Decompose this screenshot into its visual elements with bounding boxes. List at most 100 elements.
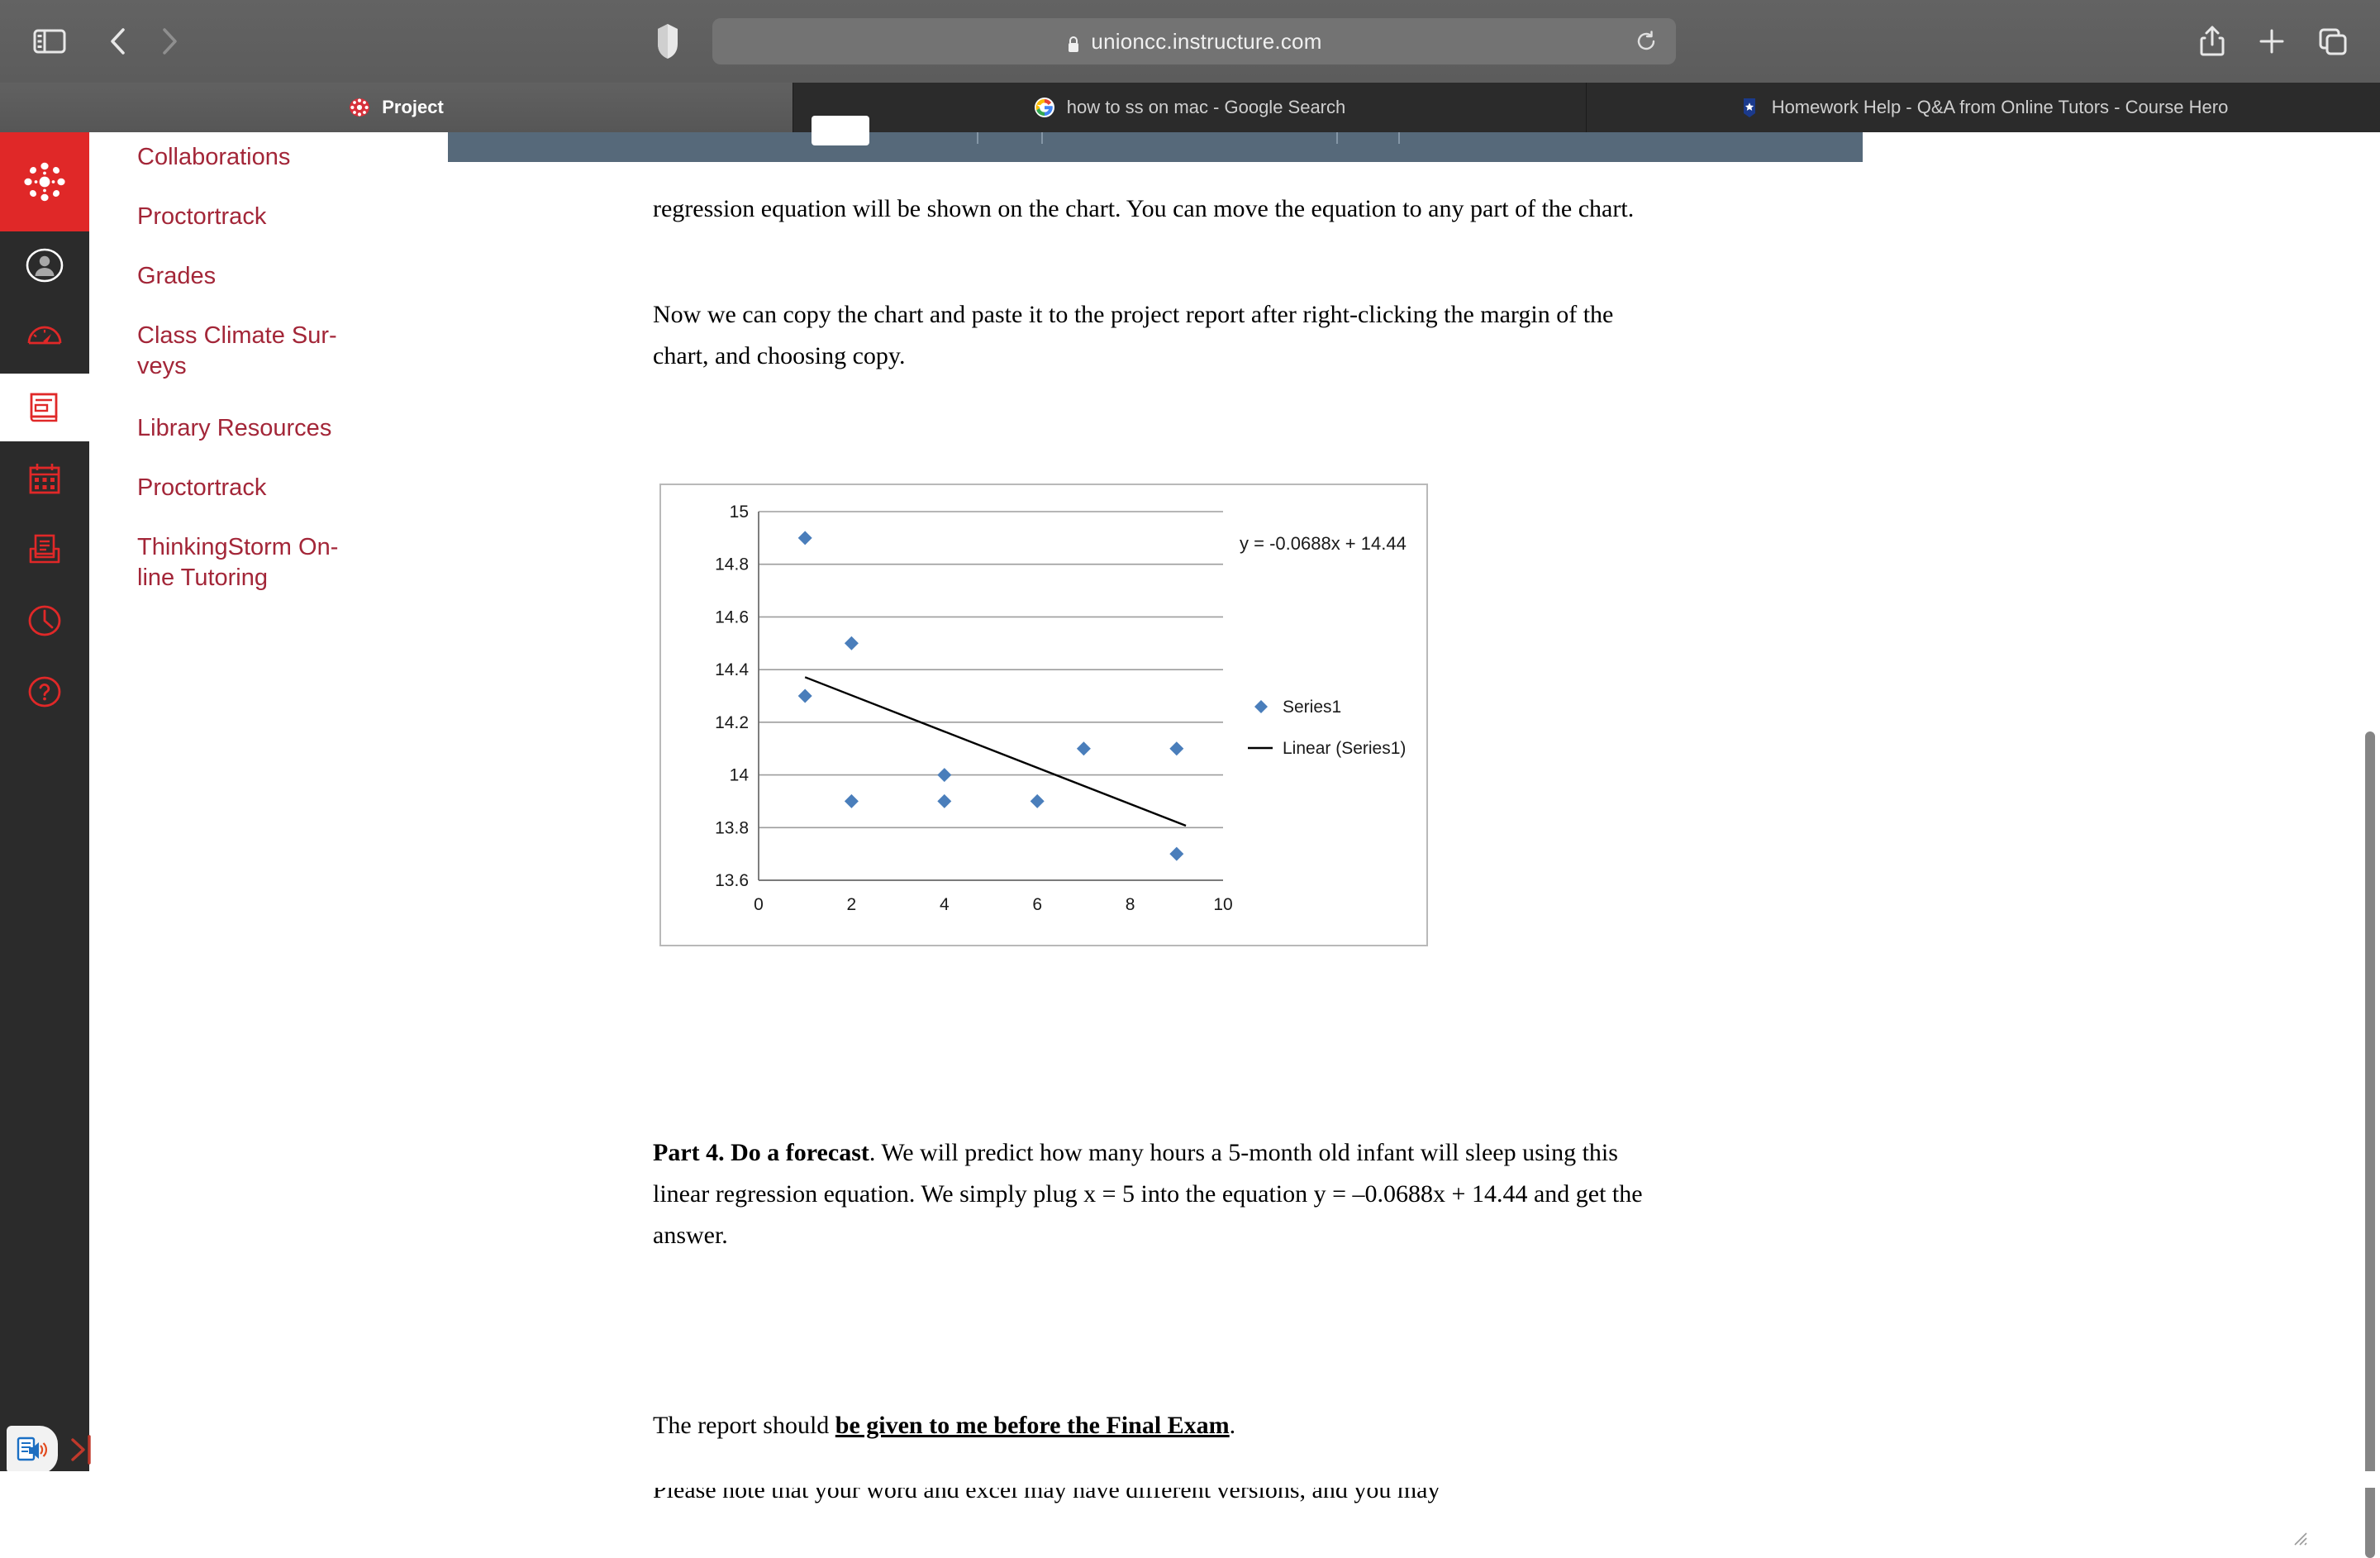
y-tick-label: 14.6 [715, 607, 749, 627]
sidebar-item-grades[interactable]: Grades [137, 261, 410, 292]
back-button[interactable] [101, 21, 137, 61]
y-tick-label: 14.4 [715, 660, 749, 679]
course-navigation: Collaborations Proctortrack Grades Class… [89, 132, 448, 1488]
browser-chrome: unioncc.instructure.com [0, 0, 2380, 83]
url-hostname: unioncc.instructure.com [1091, 28, 1322, 54]
scatter-chart: 13.6 13.8 14 14.2 14.4 14.6 14.8 15 0 2 4 6 8 10 y =… [659, 484, 1428, 946]
window-bottom-edge [0, 1471, 2380, 1488]
data-point-marker [937, 793, 952, 808]
data-point-marker [797, 688, 812, 703]
calendar-icon [29, 464, 60, 494]
course-hero-favicon [1739, 97, 1760, 118]
paragraph-part4: Part 4. Do a forecast. We will predict h… [653, 1132, 1653, 1256]
paragraph-1: regression equation will be shown on the… [653, 195, 1635, 222]
tab-course-hero[interactable]: Homework Help - Q&A from Online Tutors -… [1587, 83, 2380, 132]
question-help-icon [28, 676, 61, 708]
data-point-marker [797, 531, 812, 546]
expand-right-icon[interactable] [64, 1428, 102, 1471]
new-tab-plus-icon[interactable] [2254, 21, 2290, 61]
sidebar-item-courses[interactable] [0, 374, 89, 441]
forward-button[interactable] [150, 21, 187, 61]
report-due-suffix: . [1229, 1412, 1236, 1439]
report-due-prefix: The report should [653, 1412, 835, 1439]
google-favicon [1034, 97, 1055, 118]
legend-label: Linear (Series1) [1283, 739, 1406, 758]
toolbar-divider [1336, 132, 1338, 144]
y-tick-label: 14.8 [715, 555, 749, 574]
sidebar-item-class-climate-surveys[interactable]: Class Climate Sur- veys [137, 321, 410, 382]
tab-title: how to ss on mac - Google Search [1066, 97, 1346, 117]
trendline [804, 676, 1187, 827]
tab-overview-icon[interactable] [2314, 21, 2350, 61]
sidebar-item-library-resources[interactable]: Library Resources [137, 413, 410, 444]
y-tick-label: 14.2 [715, 713, 749, 732]
y-tick-label: 14 [730, 766, 750, 785]
data-point-marker [1076, 741, 1091, 756]
tab-bar: Project how to ss on mac - Google Search… [0, 83, 2380, 132]
toolbar-divider [1041, 132, 1043, 144]
sidebar-item-proctortrack-1[interactable]: Proctortrack [137, 202, 410, 232]
chart-y-tick-labels: 13.6 13.8 14 14.2 14.4 14.6 14.8 15 [715, 503, 749, 890]
dashboard-gauge-icon [27, 326, 62, 345]
reload-icon[interactable] [1635, 30, 1658, 53]
data-point-marker [1169, 741, 1184, 756]
vertical-scrollbar-thumb[interactable] [2365, 731, 2375, 1558]
y-tick-label: 13.6 [715, 871, 749, 890]
address-bar[interactable]: unioncc.instructure.com [712, 18, 1676, 64]
y-tick-label: 15 [730, 503, 749, 522]
data-point-marker [844, 636, 859, 650]
tab-project[interactable]: Project [0, 83, 793, 132]
lock-icon [1066, 34, 1081, 52]
chart-trendline [804, 676, 1187, 827]
share-icon[interactable] [2194, 21, 2230, 61]
x-tick-label: 6 [1032, 895, 1042, 914]
report-due-emphasis: be given to me before the Final Exam [835, 1412, 1230, 1439]
address-bar-text: unioncc.instructure.com [712, 18, 1676, 64]
data-point-marker [844, 793, 859, 808]
paragraph-2: Now we can copy the chart and paste it t… [653, 301, 1614, 369]
inbox-icon [29, 534, 60, 564]
sidebar-item-account[interactable] [0, 231, 89, 299]
data-point-marker [1169, 846, 1184, 861]
canvas-global-nav [0, 132, 89, 1488]
sidebar-item-inbox[interactable] [0, 516, 89, 584]
sidebar-item-history[interactable] [0, 587, 89, 655]
chart-data-points [797, 531, 1184, 861]
x-tick-label: 8 [1126, 895, 1135, 914]
x-tick-label: 0 [754, 895, 764, 914]
sidebar-item-thinkingstorm-online-tutoring[interactable]: ThinkingStorm On- line Tutoring [137, 532, 410, 593]
document-left-margin [448, 162, 506, 1488]
document-viewer-toolbar[interactable] [448, 116, 1863, 162]
toolbar-divider [1398, 132, 1400, 144]
document-right-margin [1803, 162, 1863, 1488]
toolbar-active-control[interactable] [812, 116, 869, 145]
resize-grip[interactable] [2289, 1527, 2307, 1546]
text-to-speech-icon[interactable] [7, 1426, 58, 1474]
vertical-scrollbar-track[interactable] [2360, 132, 2380, 1558]
sidebar-item-dashboard[interactable] [0, 303, 89, 370]
trendline-equation-label: y = -0.0688x + 14.44 [1240, 533, 1407, 554]
user-avatar-icon [26, 248, 64, 283]
sidebar-item-proctortrack-2[interactable]: Proctortrack [137, 473, 410, 503]
sidebar-item-help[interactable] [0, 658, 89, 726]
chart-equation-annotation: y = -0.0688x + 14.44 [1240, 533, 1407, 554]
canvas-logo-icon[interactable] [0, 132, 89, 231]
tab-google-search[interactable]: how to ss on mac - Google Search [793, 83, 1587, 132]
x-tick-label: 2 [847, 895, 857, 914]
courses-book-icon [30, 393, 58, 422]
sidebar-toggle-icon[interactable] [30, 21, 69, 61]
tab-title: Project [382, 97, 444, 117]
sidebar-item-collaborations[interactable]: Collaborations [137, 142, 410, 173]
privacy-shield-icon[interactable] [653, 21, 683, 61]
x-tick-label: 4 [940, 895, 950, 914]
chart-canvas: 13.6 13.8 14 14.2 14.4 14.6 14.8 15 0 2 4 6 8 10 y =… [715, 503, 1407, 914]
x-tick-label: 10 [1213, 895, 1232, 914]
y-tick-label: 13.8 [715, 818, 749, 837]
data-point-marker [1030, 793, 1045, 808]
sidebar-item-calendar[interactable] [0, 445, 89, 512]
chart-legend: Series1 Linear (Series1) [1248, 698, 1406, 758]
canvas-logo-favicon [349, 97, 370, 118]
data-point-marker [937, 768, 952, 783]
part4-heading: Part 4. Do a forecast [653, 1139, 869, 1166]
tab-title: Homework Help - Q&A from Online Tutors -… [1771, 97, 2229, 117]
